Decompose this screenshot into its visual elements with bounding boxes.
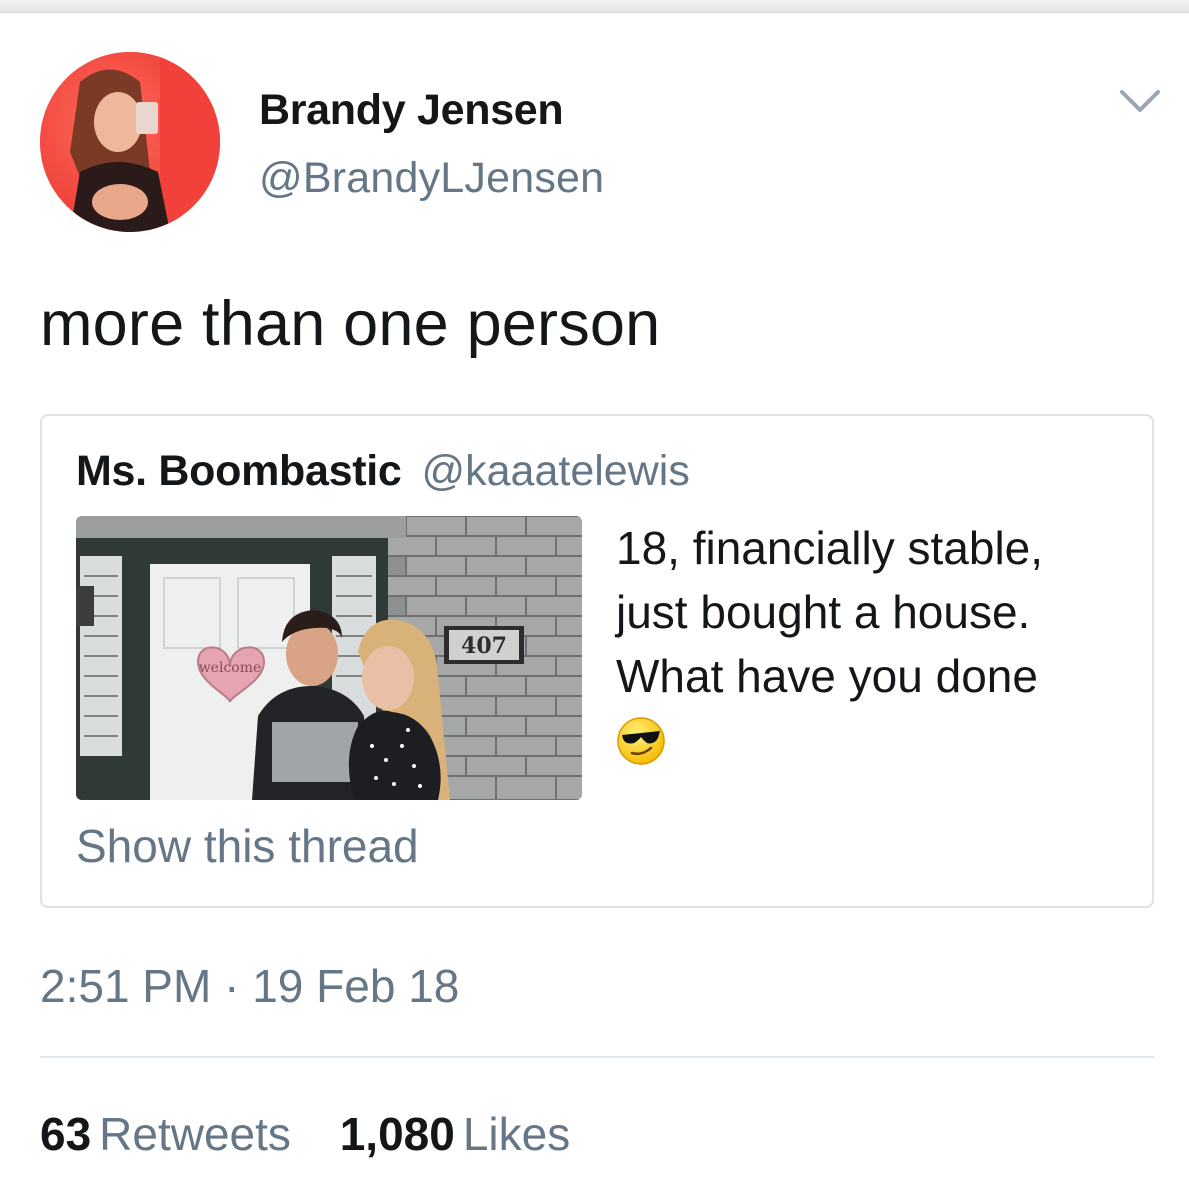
retweet-count: 63 — [40, 1108, 92, 1160]
quoted-tweet-photo[interactable]: welcome 407 — [76, 516, 582, 800]
quoted-text-line-1: 18, financially stable, — [616, 522, 1044, 574]
likes-stat[interactable]: 1,080 Likes — [340, 1104, 571, 1164]
timestamp-separator: · — [224, 960, 240, 1012]
show-thread-link[interactable]: Show this thread — [76, 816, 419, 876]
tweet-date: 19 Feb 18 — [252, 960, 460, 1012]
retweet-label: Retweets — [99, 1108, 291, 1160]
tweet-text: more than one person — [40, 289, 661, 359]
quoted-text-line-3: What have you done — [616, 650, 1038, 702]
author-block: Brandy Jensen @BrandyLJensen — [259, 84, 604, 204]
like-count: 1,080 — [339, 1108, 455, 1160]
quoted-author-name: Ms. Boombastic — [76, 447, 402, 495]
smirking-sunglasses-emoji-icon — [617, 717, 665, 765]
top-divider — [0, 0, 1189, 13]
tweet-timestamp[interactable]: 2:51 PM · 19 Feb 18 — [40, 956, 459, 1016]
stats-divider — [40, 1056, 1154, 1058]
quoted-text-line-2: just bought a house. — [616, 586, 1031, 638]
chevron-down-icon[interactable] — [1118, 84, 1162, 118]
like-label: Likes — [462, 1108, 571, 1160]
welcome-sign-text: welcome — [199, 660, 262, 676]
quoted-tweet-text: 18, financially stable, just bought a ho… — [616, 516, 1136, 766]
quoted-author-handle: @kaaatelewis — [421, 447, 690, 495]
house-number-text: 407 — [461, 633, 507, 659]
profile-photo — [40, 52, 220, 232]
quoted-tweet-header: Ms. Boombastic @kaaatelewis — [76, 444, 690, 498]
avatar[interactable] — [40, 52, 220, 232]
retweets-stat[interactable]: 63 Retweets — [40, 1104, 291, 1164]
author-display-name[interactable]: Brandy Jensen — [259, 84, 604, 136]
quoted-tweet-card[interactable]: Ms. Boombastic @kaaatelewis welcome 407 … — [40, 414, 1154, 908]
author-handle[interactable]: @BrandyLJensen — [259, 152, 604, 204]
tweet-time: 2:51 PM — [40, 960, 212, 1012]
engagement-stats: 63 Retweets 1,080 Likes — [40, 1104, 606, 1164]
couple-house-photo: welcome 407 — [76, 516, 582, 800]
